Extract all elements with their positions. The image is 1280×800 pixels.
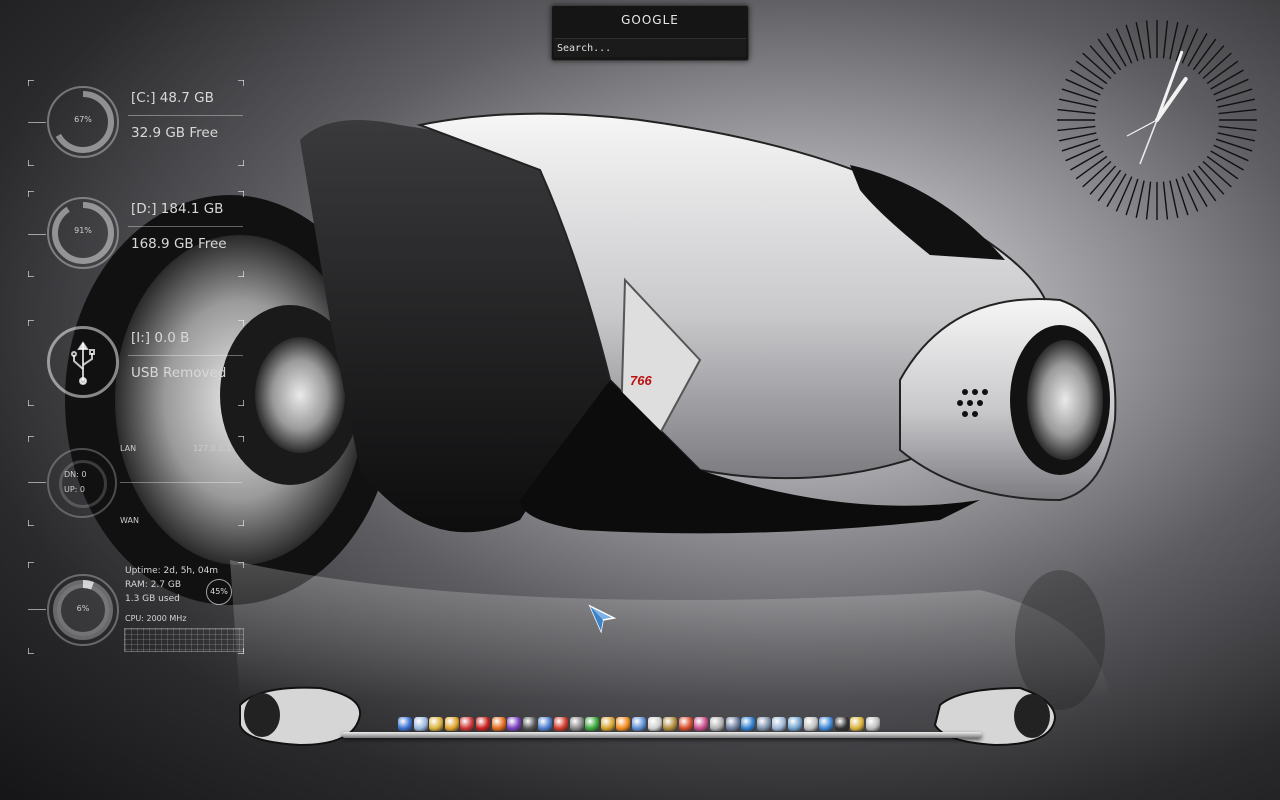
drive-d-free: 168.9 GB Free <box>131 236 227 252</box>
drive-d-size: [D:] 184.1 GB <box>131 201 224 217</box>
clock-hand-tail <box>1139 119 1158 165</box>
network-widget: DN: 0 UP: 0 LAN 127.0.0.1 WAN <box>28 436 244 526</box>
book-icon[interactable] <box>756 717 771 731</box>
search-input[interactable] <box>557 41 737 55</box>
cpu-gauge: 6% <box>47 574 119 646</box>
finder-icon[interactable] <box>398 717 412 731</box>
network-gauge <box>47 448 117 518</box>
drive-c-percent: 67% <box>74 115 92 124</box>
droplet-icon[interactable] <box>413 717 428 731</box>
chart-icon[interactable] <box>694 717 709 731</box>
ram-total: RAM: 2.7 GB <box>125 580 182 590</box>
drive-c-size: [C:] 48.7 GB <box>131 90 214 106</box>
game-icon[interactable] <box>678 717 693 731</box>
sphere-icon[interactable] <box>538 717 553 731</box>
drive-d-percent: 91% <box>74 226 92 235</box>
ram-gauge: 45% <box>206 579 232 605</box>
safari-icon[interactable] <box>819 717 834 731</box>
divider <box>128 355 243 356</box>
mail-icon[interactable] <box>772 717 787 731</box>
dock-shelf <box>342 732 982 738</box>
bike-number: 766 <box>630 373 652 388</box>
photo-icon[interactable] <box>803 717 818 731</box>
calendar-icon[interactable] <box>647 717 662 731</box>
usb-drive-icon[interactable] <box>850 717 865 731</box>
drive-c-free: 32.9 GB Free <box>131 125 219 141</box>
tool-icon[interactable] <box>569 717 584 731</box>
mouse-cursor-icon <box>588 604 617 634</box>
ip-address: 127.0.0.1 <box>193 444 232 453</box>
document-icon[interactable] <box>632 717 646 731</box>
usb-drive-widget: [I:] 0.0 B USB Removed <box>28 320 244 406</box>
divider <box>128 115 243 116</box>
monitor-icon[interactable] <box>725 717 740 731</box>
google-search-widget: GOOGLE <box>551 5 749 61</box>
drive-widget-d: 91% [D:] 184.1 GB 168.9 GB Free <box>28 191 244 277</box>
divider <box>128 226 243 227</box>
chrome-icon[interactable] <box>429 717 444 731</box>
dock <box>232 684 1058 754</box>
cpu-percent: 6% <box>76 604 90 613</box>
terminal-icon[interactable] <box>834 717 849 731</box>
trash-icon[interactable] <box>866 717 880 731</box>
upload-rate: UP: 0 <box>64 485 86 494</box>
wan-label: WAN <box>120 516 139 525</box>
cpu-graph <box>124 628 244 652</box>
vortex-icon[interactable] <box>507 717 522 731</box>
usb-status: USB Removed <box>131 365 227 381</box>
puzzle-icon[interactable] <box>444 717 459 731</box>
analog-clock <box>1057 20 1257 220</box>
usb-gauge <box>47 326 119 398</box>
dots-icon[interactable] <box>460 717 475 731</box>
clock-hour-hand <box>1155 77 1188 122</box>
vlc-icon[interactable] <box>616 717 631 731</box>
cpu-speed: CPU: 2000 MHz <box>125 614 187 623</box>
usb-size: [I:] 0.0 B <box>131 330 190 346</box>
record-icon[interactable] <box>554 717 568 731</box>
ram-used: 1.3 GB used <box>125 594 180 604</box>
search-widget-title: GOOGLE <box>621 13 679 27</box>
disc-icon[interactable] <box>522 717 537 731</box>
ram-percent: 45% <box>210 587 228 596</box>
brush-icon[interactable] <box>788 717 802 731</box>
lan-label: LAN <box>120 444 137 453</box>
archive-icon[interactable] <box>663 717 678 731</box>
folder-icon[interactable] <box>600 717 615 731</box>
divider <box>120 482 242 483</box>
drive-widget-c: 67% [C:] 48.7 GB 32.9 GB Free <box>28 80 244 166</box>
drive-d-usage-gauge: 91% <box>47 197 119 269</box>
system-widget: 6% Uptime: 2d, 5h, 04m RAM: 2.7 GB 1.3 G… <box>28 562 244 654</box>
play-icon[interactable] <box>585 717 600 731</box>
notes-icon[interactable] <box>710 717 724 731</box>
globe-icon[interactable] <box>741 717 756 731</box>
drive-c-usage-gauge: 67% <box>47 86 119 158</box>
uptime: Uptime: 2d, 5h, 04m <box>125 566 219 576</box>
acrobat-icon[interactable] <box>476 717 490 731</box>
clock-minute-hand <box>1155 50 1184 122</box>
search-field-container <box>554 38 746 57</box>
usb-icon <box>71 341 95 385</box>
download-rate: DN: 0 <box>64 470 87 479</box>
firefox-icon[interactable] <box>491 717 506 731</box>
